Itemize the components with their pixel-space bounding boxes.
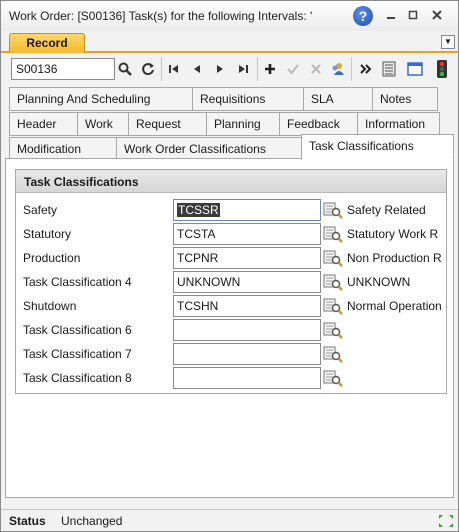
task-classification-6-field[interactable] <box>173 319 321 341</box>
tab-request[interactable]: Request <box>128 112 207 136</box>
statutory-lookup-icon[interactable] <box>323 224 343 244</box>
list-view-icon[interactable] <box>379 59 399 79</box>
tab-work[interactable]: Work <box>77 112 129 136</box>
record-tab-strip: Record ▼ <box>1 31 458 53</box>
statutory-description: Statutory Work R <box>347 227 439 241</box>
safety-description: Safety Related <box>347 203 426 217</box>
production-description: Non Production R <box>347 251 442 265</box>
tab-information[interactable]: Information <box>357 112 440 136</box>
tab-planning-and-scheduling[interactable]: Planning And Scheduling <box>9 87 193 111</box>
next-record-icon[interactable] <box>210 59 230 79</box>
minimize-icon[interactable] <box>383 7 399 23</box>
task-classification-6-label: Task Classification 6 <box>23 323 132 337</box>
task-classification-4-lookup-icon[interactable] <box>323 272 343 292</box>
task-classification-4-description: UNKNOWN <box>347 275 411 289</box>
task-classification-6-lookup-icon[interactable] <box>323 320 343 340</box>
users-icon[interactable] <box>328 59 348 79</box>
record-search-input[interactable]: S00136 <box>11 58 115 80</box>
task-classifications-group: Task Classifications Safety TCSSR Safety… <box>15 169 447 394</box>
shutdown-lookup-icon[interactable] <box>323 296 343 316</box>
record-tab[interactable]: Record <box>9 33 85 53</box>
cancel-icon[interactable] <box>306 59 326 79</box>
tab-sla[interactable]: SLA <box>303 87 373 111</box>
task-classification-7-label: Task Classification 7 <box>23 347 132 361</box>
previous-record-icon[interactable] <box>187 59 207 79</box>
work-order-window: Work Order: [S00136] Task(s) for the fol… <box>0 0 459 532</box>
statutory-field[interactable]: TCSTA <box>173 223 321 245</box>
tab-notes[interactable]: Notes <box>372 87 438 111</box>
tab-task-classifications[interactable]: Task Classifications <box>301 134 454 160</box>
status-label: Status <box>9 514 46 528</box>
task-classification-7-lookup-icon[interactable] <box>323 344 343 364</box>
form-tabs: Planning And Scheduling Requisitions SLA… <box>1 87 458 162</box>
expand-arrows-icon[interactable] <box>437 513 455 529</box>
task-classification-4-field[interactable]: UNKNOWN <box>173 271 321 293</box>
task-classification-7-field[interactable] <box>173 343 321 365</box>
traffic-light-icon[interactable] <box>432 59 452 79</box>
restore-icon[interactable] <box>405 7 421 23</box>
window-title: Work Order: [S00136] Task(s) for the fol… <box>9 9 313 23</box>
task-classification-8-lookup-icon[interactable] <box>323 368 343 388</box>
tab-header[interactable]: Header <box>9 112 78 136</box>
last-record-icon[interactable] <box>233 59 253 79</box>
shutdown-label: Shutdown <box>23 299 77 313</box>
tab-feedback[interactable]: Feedback <box>279 112 358 136</box>
help-icon[interactable]: ? <box>353 6 373 26</box>
task-classification-4-label: Task Classification 4 <box>23 275 132 289</box>
shutdown-description: Normal Operation <box>347 299 442 313</box>
task-classifications-panel: Task Classifications Safety TCSSR Safety… <box>5 158 454 498</box>
task-classification-8-label: Task Classification 8 <box>23 371 132 385</box>
first-record-icon[interactable] <box>164 59 184 79</box>
tab-planning[interactable]: Planning <box>206 112 280 136</box>
refresh-icon[interactable] <box>138 59 158 79</box>
safety-field[interactable]: TCSSR <box>173 199 321 221</box>
record-toolbar: S00136 <box>5 57 454 83</box>
production-field[interactable]: TCPNR <box>173 247 321 269</box>
status-bar: Status Unchanged <box>1 509 458 531</box>
title-bar: Work Order: [S00136] Task(s) for the fol… <box>1 1 458 31</box>
section-title: Task Classifications <box>16 170 446 193</box>
status-value: Unchanged <box>61 514 123 528</box>
tab-requisitions[interactable]: Requisitions <box>192 87 304 111</box>
production-label: Production <box>23 251 81 265</box>
safety-label: Safety <box>23 203 58 217</box>
collapse-chevron-icon[interactable]: ▼ <box>441 35 455 49</box>
save-check-icon[interactable] <box>283 59 303 79</box>
shutdown-field[interactable]: TCSHN <box>173 295 321 317</box>
safety-lookup-icon[interactable] <box>323 200 343 220</box>
statutory-label: Statutory <box>23 227 72 241</box>
search-icon[interactable] <box>115 59 135 79</box>
window-layout-icon[interactable] <box>405 59 425 79</box>
add-record-icon[interactable] <box>260 59 280 79</box>
more-actions-icon[interactable] <box>356 59 376 79</box>
task-classification-8-field[interactable] <box>173 367 321 389</box>
production-lookup-icon[interactable] <box>323 248 343 268</box>
close-icon[interactable] <box>429 7 445 23</box>
